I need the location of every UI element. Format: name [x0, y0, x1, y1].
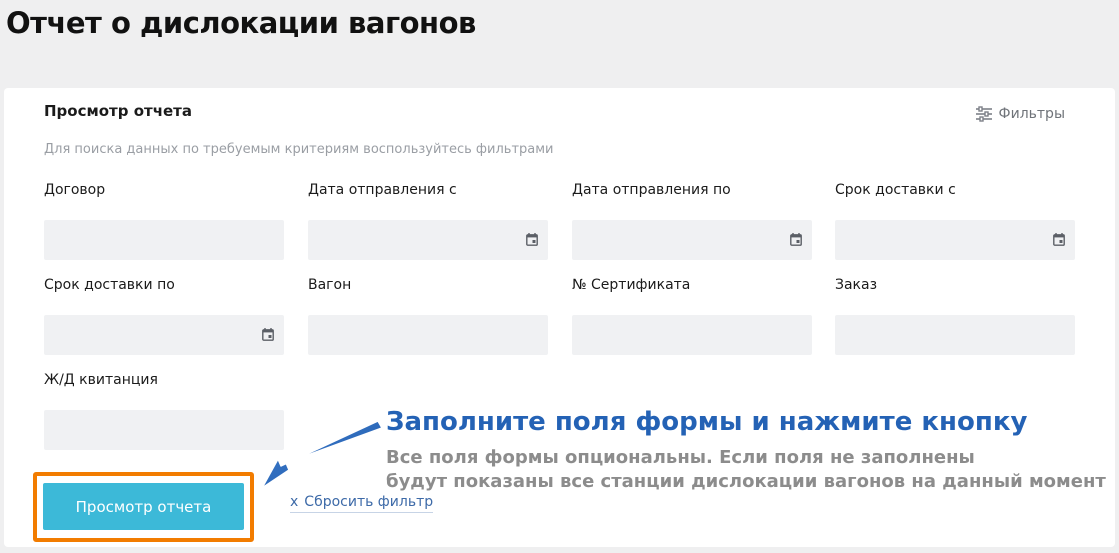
view-report-button[interactable]: Просмотр отчета: [43, 483, 244, 530]
contract-label: Договор: [44, 182, 106, 198]
railway-receipt-field: Ж/Д квитанция: [44, 370, 284, 450]
calendar-icon[interactable]: [526, 233, 538, 246]
reset-x-icon: x: [290, 494, 299, 510]
filters-label: Фильтры: [998, 106, 1065, 122]
annotation-note-line-1: Все поля формы опциональны. Если поля не…: [386, 447, 975, 468]
reset-filter-label: Сбросить фильтр: [304, 494, 434, 510]
contract-input[interactable]: [44, 220, 284, 260]
certificate-number-field: № Сертификата: [572, 275, 812, 355]
filters-toggle[interactable]: Фильтры: [975, 106, 1065, 122]
filters-hint: Для поиска данных по требуемым критериям…: [44, 142, 554, 157]
railway-receipt-input[interactable]: [44, 410, 284, 450]
order-label: Заказ: [835, 277, 878, 293]
delivery-term-from-label: Срок доставки с: [835, 182, 956, 198]
reset-filter-link[interactable]: x Сбросить фильтр: [290, 494, 434, 513]
delivery-term-to-input[interactable]: [44, 315, 284, 355]
delivery-term-from-field: Срок доставки с: [835, 180, 1075, 260]
page-title: Отчет о дислокации вагонов: [6, 6, 476, 40]
certificate-number-label: № Сертификата: [572, 277, 691, 293]
panel-title: Просмотр отчета: [44, 102, 192, 120]
filters-icon: [975, 106, 993, 122]
departure-date-from-label: Дата отправления с: [308, 182, 457, 198]
delivery-term-from-input[interactable]: [835, 220, 1075, 260]
wagon-input[interactable]: [308, 315, 548, 355]
departure-date-to-field: Дата отправления по: [572, 180, 812, 260]
order-field: Заказ: [835, 275, 1075, 355]
calendar-icon[interactable]: [1053, 233, 1065, 246]
contract-field: Договор: [44, 180, 284, 260]
departure-date-to-input[interactable]: [572, 220, 812, 260]
departure-date-from-input[interactable]: [308, 220, 548, 260]
order-input[interactable]: [835, 315, 1075, 355]
departure-date-to-label: Дата отправления по: [572, 182, 731, 198]
calendar-icon[interactable]: [790, 233, 802, 246]
wagon-field: Вагон: [308, 275, 548, 355]
delivery-term-to-label: Срок доставки по: [44, 277, 175, 293]
annotation-note-line-2: будут показаны все станции дислокации ва…: [386, 471, 1106, 492]
annotation-note: Все поля формы опциональны. Если поля не…: [386, 446, 1106, 494]
certificate-number-input[interactable]: [572, 315, 812, 355]
annotation-title: Заполните поля формы и нажмите кнопку: [386, 407, 1028, 437]
calendar-icon[interactable]: [262, 328, 274, 341]
wagon-label: Вагон: [308, 277, 352, 293]
departure-date-from-field: Дата отправления с: [308, 180, 548, 260]
delivery-term-to-field: Срок доставки по: [44, 275, 284, 355]
railway-receipt-label: Ж/Д квитанция: [44, 372, 158, 388]
